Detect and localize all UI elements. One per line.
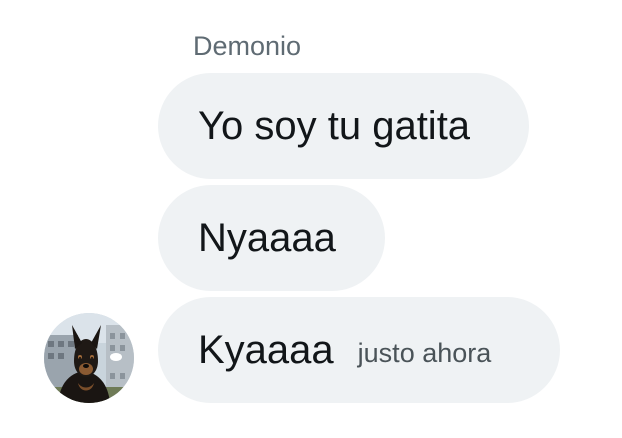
doberman-avatar-icon [44,313,134,403]
message-text: Yo soy tu gatita [198,104,471,148]
message-bubble[interactable]: Kyaaaa justo ahora [158,297,560,403]
message-text: Nyaaaa [198,216,336,260]
sender-name: Demonio [193,31,302,61]
message-timestamp: justo ahora [357,338,492,368]
avatar[interactable] [44,313,134,403]
message-text: Kyaaaa [198,328,334,372]
message-bubble[interactable]: Yo soy tu gatita [158,73,529,179]
message-bubble[interactable]: Nyaaaa [158,185,385,291]
